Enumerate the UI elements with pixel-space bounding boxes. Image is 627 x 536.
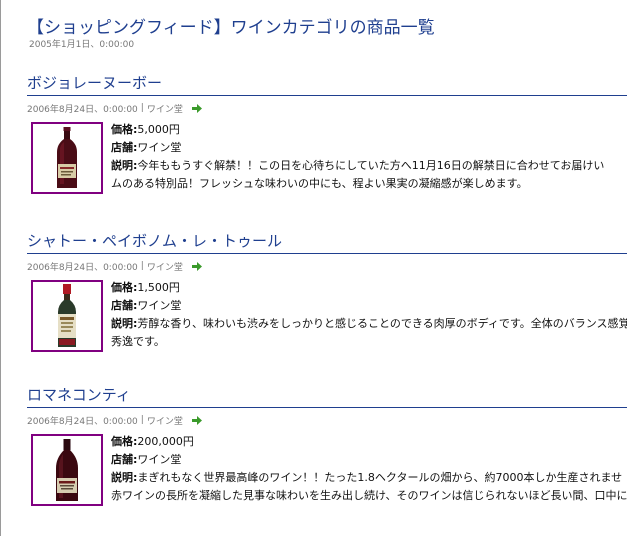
shop-label: 店舗: bbox=[111, 453, 138, 466]
red-wine-bottle-icon bbox=[57, 127, 77, 188]
burgundy-bottle-icon bbox=[56, 439, 78, 501]
entry-shop-link[interactable]: ワイン堂 bbox=[147, 260, 183, 273]
price-label: 価格: bbox=[111, 123, 138, 136]
page-title: 【ショッピングフィード】ワインカテゴリの商品一覧 bbox=[27, 18, 435, 38]
product-thumbnail[interactable] bbox=[31, 434, 103, 506]
product-details: 価格:200,000円 店舗:ワイン堂 説明:まぎれもなく世界最高峰のワイン！！… bbox=[111, 433, 627, 505]
price-label: 価格: bbox=[111, 281, 138, 294]
price-label: 価格: bbox=[111, 435, 138, 448]
entry-date: 2006年8月24日、0:00:00 bbox=[27, 416, 138, 427]
half-bottle-wine-icon bbox=[58, 284, 76, 347]
price-value: 5,000円 bbox=[137, 123, 180, 136]
green-right-arrow-icon[interactable] bbox=[191, 415, 203, 426]
description-line: 秀逸です。 bbox=[111, 335, 165, 348]
meta-separator: | bbox=[140, 415, 144, 425]
product-details: 価格:1,500円 店舗:ワイン堂 説明:芳醇な香り、味わいも渋みをしっかりと感… bbox=[111, 279, 627, 351]
entry-body: 価格:1,500円 店舗:ワイン堂 説明:芳醇な香り、味わいも渋みをしっかりと感… bbox=[27, 279, 627, 355]
product-thumbnail[interactable] bbox=[31, 280, 103, 352]
page: 【ショッピングフィード】ワインカテゴリの商品一覧 2005年1月1日、0:00:… bbox=[0, 0, 627, 536]
entry-shop-link[interactable]: ワイン堂 bbox=[147, 102, 183, 115]
product-details: 価格:5,000円 店舗:ワイン堂 説明:今年ももうすぐ解禁！！この日を心待ちに… bbox=[111, 121, 627, 193]
entry-item: ロマネコンティ 2006年8月24日、0:00:00 | ワイン堂 価格:200… bbox=[27, 385, 627, 509]
description-label: 説明: bbox=[111, 159, 138, 172]
description-label: 説明: bbox=[111, 471, 138, 484]
entry-divider bbox=[27, 407, 627, 408]
price-value: 1,500円 bbox=[137, 281, 180, 294]
entry-item: ボジョレーヌーボー 2006年8月24日、0:00:00 | ワイン堂 価格:5… bbox=[27, 73, 627, 197]
shop-label: 店舗: bbox=[111, 299, 138, 312]
green-right-arrow-icon[interactable] bbox=[191, 103, 203, 114]
entry-date: 2006年8月24日、0:00:00 bbox=[27, 104, 138, 115]
entry-shop-link[interactable]: ワイン堂 bbox=[147, 414, 183, 427]
shop-value: ワイン堂 bbox=[137, 453, 182, 466]
meta-separator: | bbox=[140, 261, 144, 271]
entry-item: シャトー・ペイボノム・レ・トゥール 2006年8月24日、0:00:00 | ワ… bbox=[27, 231, 627, 355]
entry-meta: 2006年8月24日、0:00:00 | ワイン堂 bbox=[27, 413, 627, 427]
entry-title-link[interactable]: ボジョレーヌーボー bbox=[27, 73, 627, 93]
entry-title-link[interactable]: ロマネコンティ bbox=[27, 385, 627, 405]
entry-date: 2006年8月24日、0:00:00 bbox=[27, 262, 138, 273]
entry-meta: 2006年8月24日、0:00:00 | ワイン堂 bbox=[27, 259, 627, 273]
shop-value: ワイン堂 bbox=[137, 299, 182, 312]
entry-body: 価格:5,000円 店舗:ワイン堂 説明:今年ももうすぐ解禁！！この日を心待ちに… bbox=[27, 121, 627, 197]
entry-body: 価格:200,000円 店舗:ワイン堂 説明:まぎれもなく世界最高峰のワイン！！… bbox=[27, 433, 627, 509]
description-label: 説明: bbox=[111, 317, 138, 330]
price-value: 200,000円 bbox=[137, 435, 194, 448]
entry-divider bbox=[27, 253, 627, 254]
entry-title-link[interactable]: シャトー・ペイボノム・レ・トゥール bbox=[27, 231, 627, 251]
product-thumbnail[interactable] bbox=[31, 122, 103, 194]
green-right-arrow-icon[interactable] bbox=[191, 261, 203, 272]
entry-divider bbox=[27, 95, 627, 96]
page-date: 2005年1月1日、0:00:00 bbox=[29, 40, 135, 50]
entry-meta: 2006年8月24日、0:00:00 | ワイン堂 bbox=[27, 101, 627, 115]
description-line: 赤ワインの長所を凝縮した見事な味わいを生み出し続け、そのワインは信じられないほど… bbox=[111, 489, 627, 502]
description-line: ムのある特別品！フレッシュな味わいの中にも、程よい果実の凝縮感が楽しめます。 bbox=[111, 177, 528, 190]
description-line: 芳醇な香り、味わいも渋みをしっかりと感じることのできる肉厚のボディです。全体のバ… bbox=[137, 317, 627, 330]
description-line: まぎれもなく世界最高峰のワイン！！たった1.8ヘクタールの畑から、約7000本し… bbox=[137, 471, 623, 484]
shop-value: ワイン堂 bbox=[137, 141, 182, 154]
shop-label: 店舗: bbox=[111, 141, 138, 154]
description-line: 今年ももうすぐ解禁！！この日を心待ちにしていた方へ11月16日の解禁日に合わせて… bbox=[137, 159, 605, 172]
meta-separator: | bbox=[140, 103, 144, 113]
